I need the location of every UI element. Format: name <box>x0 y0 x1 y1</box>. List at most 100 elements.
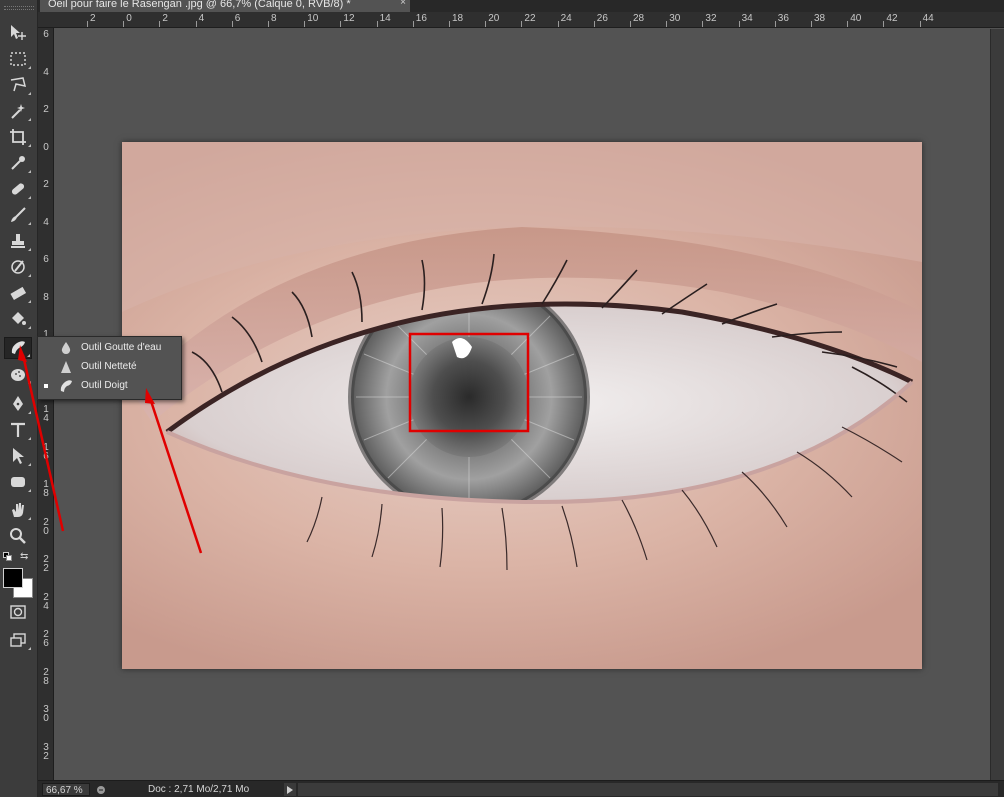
ruler-left-label: 1 8 <box>43 479 49 499</box>
ruler-top-label: 24 <box>560 13 572 24</box>
ruler-tick <box>412 21 414 27</box>
document-info-icon[interactable] <box>94 783 108 796</box>
swap-colors-icon[interactable]: ⇆ <box>20 551 28 562</box>
stamp-icon <box>11 234 25 248</box>
ruler-tick <box>919 21 921 27</box>
ruler-top-label: 2 <box>90 13 96 24</box>
ruler-tick <box>811 21 812 27</box>
history-brush-icon <box>11 260 25 274</box>
horizontal-scrollbar[interactable] <box>298 783 998 796</box>
crop-icon <box>10 129 26 145</box>
ruler-left-label: 2 <box>43 104 49 115</box>
ruler-left-label: 4 <box>43 66 49 78</box>
zoom-tool[interactable] <box>4 525 32 547</box>
ruler-top-label: 38 <box>814 13 826 24</box>
finger-icon <box>11 341 25 354</box>
shape-tool[interactable] <box>4 471 32 493</box>
type-icon <box>11 422 25 437</box>
ruler-top-label: 2 <box>162 13 168 24</box>
ruler-left-label: 2 2 <box>43 554 49 574</box>
rectangular-marquee-tool[interactable] <box>4 48 32 70</box>
ruler-left-label: 6 <box>43 29 49 40</box>
type-tool[interactable] <box>4 419 32 441</box>
ruler-top-label: 28 <box>633 13 645 24</box>
quick-mask-button[interactable] <box>4 601 32 623</box>
photoshop-window: ⇆ Oeil pour faire le Rasengan .jpg @ 66,… <box>0 0 1004 797</box>
ruler-left-label: 8 <box>43 291 49 303</box>
smudge-tool-flyout: Outil Goutte d'eau Outil Netteté Outil D… <box>37 336 182 400</box>
toolbar-grip[interactable] <box>4 6 34 10</box>
ruler-tick <box>738 21 740 27</box>
ruler-top-label: 40 <box>850 13 862 24</box>
bandage-icon <box>11 183 25 195</box>
ruler-top-label: 22 <box>524 13 536 24</box>
ruler-tick <box>304 21 306 27</box>
lasso-tool[interactable] <box>4 74 32 96</box>
zoom-icon <box>10 528 26 544</box>
move-tool[interactable] <box>4 22 32 44</box>
document-tab-bar: Oeil pour faire le Rasengan .jpg @ 66,7%… <box>38 0 1004 12</box>
ruler-left-label: 2 0 <box>43 516 49 537</box>
ruler-top-label: 8 <box>271 13 277 24</box>
ruler-tick <box>485 21 487 27</box>
eraser-icon <box>10 286 27 300</box>
ruler-tick <box>847 21 849 27</box>
ruler-top-label: 44 <box>922 13 934 24</box>
ruler-tick <box>666 21 668 27</box>
eraser-tool[interactable] <box>4 282 32 304</box>
eyedropper-icon <box>11 156 25 170</box>
pen-tool[interactable] <box>4 393 32 415</box>
flyout-item-blur[interactable]: Outil Goutte d'eau <box>38 338 181 357</box>
ruler-top-label: 18 <box>452 13 464 24</box>
ruler-left-label: 6 <box>43 254 49 265</box>
flyout-item-sharpen[interactable]: Outil Netteté <box>38 357 181 376</box>
document-tab[interactable]: Oeil pour faire le Rasengan .jpg @ 66,7%… <box>40 0 410 12</box>
smudge-tool[interactable] <box>4 337 32 359</box>
ruler-left-label: 1 6 <box>43 441 49 462</box>
ruler-top-label: 34 <box>741 13 753 24</box>
hand-tool[interactable] <box>4 499 32 521</box>
brush-tool[interactable] <box>4 204 32 226</box>
rounded-rect-icon <box>11 477 25 487</box>
screen-mode-button[interactable] <box>4 629 32 651</box>
ruler-top-label: 6 <box>234 13 241 24</box>
foreground-color-swatch[interactable] <box>3 568 23 588</box>
eye-photo[interactable] <box>122 142 922 669</box>
screen-mode-icon <box>10 633 26 647</box>
ruler-tick <box>702 21 704 27</box>
ruler-tick <box>557 21 559 27</box>
ruler-tick <box>195 21 197 27</box>
ruler-tick <box>630 21 631 27</box>
flyout-item-label: Outil Doigt <box>81 380 128 391</box>
flyout-item-smudge[interactable]: Outil Doigt <box>38 376 181 395</box>
clone-stamp-tool[interactable] <box>4 230 32 252</box>
bucket-icon <box>12 312 26 325</box>
marquee-icon <box>10 52 26 66</box>
ruler-tick <box>123 21 125 27</box>
paint-bucket-tool[interactable] <box>4 308 32 330</box>
status-menu-arrow-icon[interactable] <box>284 783 296 796</box>
default-colors-icon[interactable] <box>3 552 13 562</box>
ruler-left-label: 2 6 <box>43 629 49 649</box>
history-brush-tool[interactable] <box>4 256 32 278</box>
magic-wand-tool[interactable] <box>4 100 32 122</box>
zoom-field[interactable]: 66,67 % <box>42 783 90 796</box>
path-selection-tool[interactable] <box>4 445 32 467</box>
brush-icon <box>11 207 26 222</box>
ruler-left-label: 2 8 <box>43 666 49 687</box>
move-icon <box>11 25 26 40</box>
eyedropper-tool[interactable] <box>4 152 32 174</box>
crop-tool[interactable] <box>4 126 32 148</box>
status-bar: 66,67 % Doc : 2,71 Mo/2,71 Mo <box>38 780 1004 797</box>
healing-brush-tool[interactable] <box>4 178 32 200</box>
sponge-tool[interactable] <box>4 363 32 385</box>
vertical-scrollbar[interactable] <box>990 29 1004 780</box>
ruler-left-label: 3 2 <box>43 741 49 762</box>
drop-icon <box>61 342 71 354</box>
magic-wand-icon <box>11 104 25 119</box>
close-icon[interactable]: × <box>400 0 406 8</box>
ruler-tick <box>268 21 269 27</box>
ruler-top-label: 12 <box>343 13 355 24</box>
ruler-left-label: 0 <box>43 141 49 153</box>
ruler-tick <box>593 21 595 27</box>
